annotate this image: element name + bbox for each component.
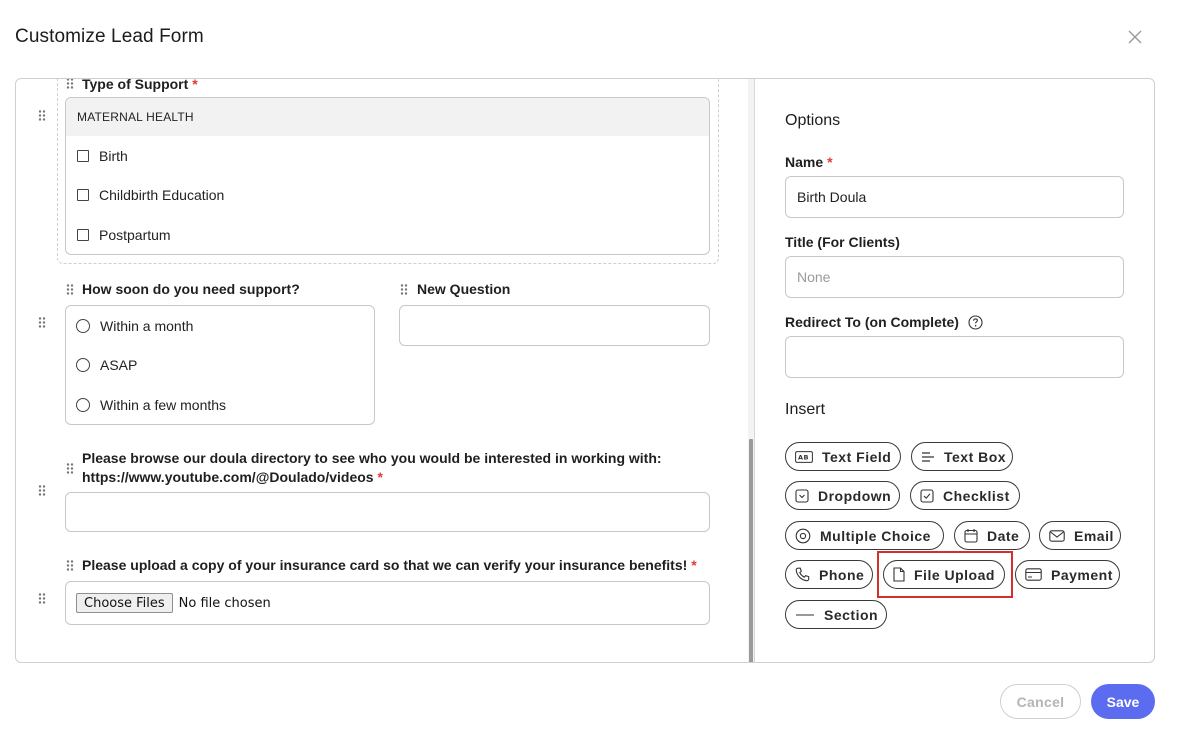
required-mark: * [691, 557, 697, 573]
radio[interactable] [76, 319, 90, 333]
insert-text-field-button[interactable]: AB Text Field [785, 442, 901, 471]
checkbox[interactable] [77, 229, 89, 241]
drag-handle-icon[interactable] [66, 560, 74, 571]
file-upload-field: Choose Files No file chosen [65, 581, 710, 625]
title-for-clients-label: Title (For Clients) [785, 234, 900, 250]
close-button[interactable] [1124, 26, 1146, 48]
email-icon [1049, 529, 1065, 542]
form-preview-pane: Type of Support * MATERNAL HEALTH Birth … [16, 79, 748, 662]
checkbox-option-birth[interactable]: Birth [77, 148, 128, 164]
question-label-new-question: New Question [417, 281, 511, 297]
insert-title: Insert [785, 401, 826, 418]
multiple-choice-icon [795, 528, 811, 543]
drag-handle-icon[interactable] [38, 593, 46, 604]
drag-handle-icon[interactable] [38, 110, 46, 121]
dropdown-icon [795, 488, 809, 503]
cancel-button[interactable]: Cancel [1000, 684, 1081, 719]
drag-handle-icon[interactable] [400, 284, 408, 295]
text-field-icon: AB [795, 450, 813, 463]
file-upload-highlight [877, 551, 1013, 598]
scrollbar-thumb[interactable] [749, 439, 753, 662]
insert-payment-button[interactable]: Payment [1015, 560, 1120, 589]
calendar-icon [964, 529, 978, 543]
redirect-label: Redirect To (on Complete) [785, 314, 983, 330]
radio-group: Within a month ASAP Within a few months [65, 305, 375, 425]
drag-handle-icon[interactable] [66, 79, 74, 89]
svg-text:AB: AB [798, 453, 809, 461]
checkbox[interactable] [77, 150, 89, 162]
no-file-text: No file chosen [178, 595, 271, 611]
drag-handle-icon[interactable] [66, 463, 74, 474]
drag-handle-icon[interactable] [38, 317, 46, 328]
title-for-clients-input[interactable]: None [785, 256, 1124, 298]
phone-icon [795, 567, 810, 582]
help-icon[interactable] [968, 314, 983, 330]
save-button[interactable]: Save [1091, 684, 1155, 719]
checklist-icon [920, 488, 934, 503]
required-mark: * [827, 154, 833, 170]
radio[interactable] [76, 398, 90, 412]
credit-card-icon [1025, 568, 1042, 581]
name-label: Name * [785, 154, 833, 170]
section-divider-icon [796, 613, 814, 616]
options-title: Options [785, 112, 841, 129]
insert-checklist-button[interactable]: Checklist [910, 481, 1020, 510]
new-question-input[interactable] [399, 305, 710, 346]
radio[interactable] [76, 358, 90, 372]
question-label-type-of-support: Type of Support * [82, 79, 198, 94]
insert-dropdown-button[interactable]: Dropdown [785, 481, 900, 510]
checkbox-group-header: MATERNAL HEALTH [66, 98, 709, 136]
modal-title: Customize Lead Form [15, 26, 204, 47]
required-mark: * [377, 469, 383, 485]
radio-option-within-a-few-months[interactable]: Within a few months [76, 397, 226, 413]
question-label-insurance-upload: Please upload a copy of your insurance c… [82, 557, 697, 573]
insert-date-button[interactable]: Date [954, 521, 1030, 550]
radio-option-asap[interactable]: ASAP [76, 357, 137, 373]
checkbox-option-childbirth-education[interactable]: Childbirth Education [77, 187, 224, 203]
question-label-how-soon: How soon do you need support? [82, 281, 300, 297]
insert-email-button[interactable]: Email [1039, 521, 1121, 550]
insert-phone-button[interactable]: Phone [785, 560, 873, 589]
drag-handle-icon[interactable] [38, 485, 46, 496]
name-input[interactable]: Birth Doula [785, 176, 1124, 218]
checkbox[interactable] [77, 189, 89, 201]
question-label-doula-directory: Please browse our doula directory to see… [82, 450, 662, 485]
insert-text-box-button[interactable]: Text Box [911, 442, 1013, 471]
text-box-icon [922, 451, 934, 462]
choose-files-button[interactable]: Choose Files [76, 593, 173, 613]
drag-handle-icon[interactable] [66, 284, 74, 295]
required-mark: * [192, 79, 198, 92]
checkbox-group: MATERNAL HEALTH Birth Childbirth Educati… [65, 97, 710, 255]
insert-multiple-choice-button[interactable]: Multiple Choice [785, 521, 944, 550]
close-icon [1128, 30, 1142, 44]
checkbox-option-postpartum[interactable]: Postpartum [77, 227, 171, 243]
redirect-input[interactable] [785, 336, 1124, 378]
doula-directory-input[interactable] [65, 492, 710, 532]
radio-option-within-a-month[interactable]: Within a month [76, 318, 193, 334]
insert-section-button[interactable]: Section [785, 600, 887, 629]
